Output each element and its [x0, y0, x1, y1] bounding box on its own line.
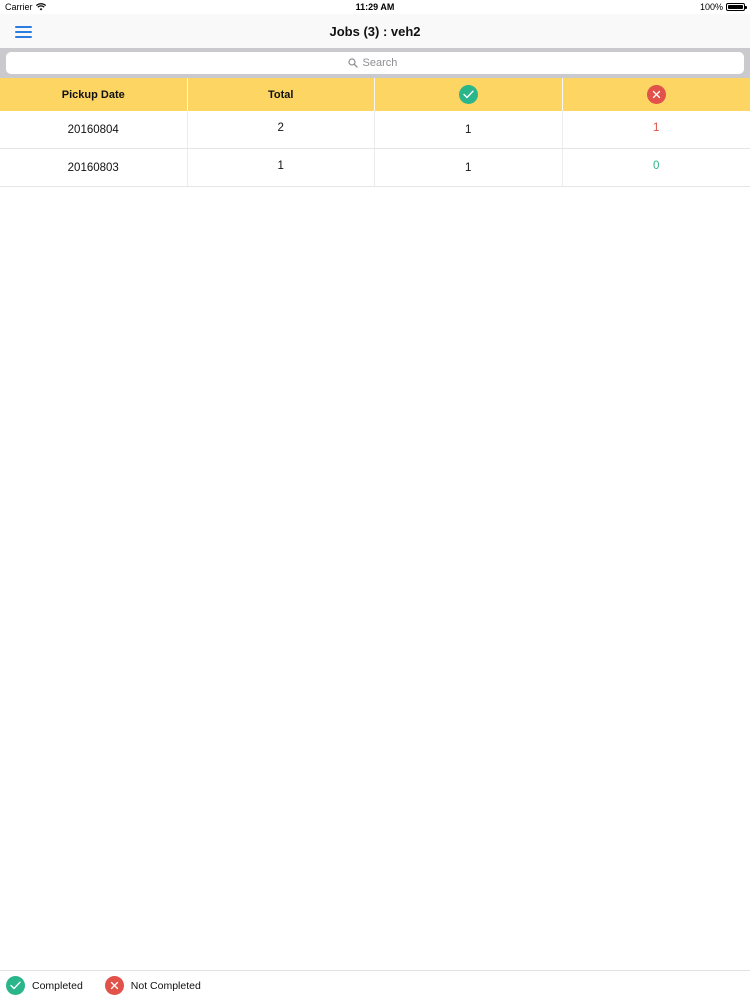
header-pickup-date[interactable]: Pickup Date: [0, 78, 188, 111]
header-total[interactable]: Total: [188, 78, 375, 111]
battery-fill: [728, 5, 743, 9]
cell-total: 1: [188, 149, 375, 186]
cell-total: 2: [188, 111, 375, 148]
legend-not-completed: Not Completed: [104, 976, 201, 995]
header-completed[interactable]: [375, 78, 563, 111]
search-icon: [347, 58, 358, 68]
cell-not-completed: 0: [653, 160, 660, 172]
legend-not-completed-label: Not Completed: [130, 979, 201, 992]
status-time: 11:29 AM: [355, 2, 395, 12]
search-bar: [0, 48, 750, 78]
cell-not-completed: 1: [653, 122, 660, 134]
cell-completed: 1: [375, 149, 563, 186]
check-circle-icon: [6, 976, 25, 995]
legend-completed: Completed: [6, 976, 83, 995]
check-circle-icon: [458, 85, 478, 104]
page-title: Jobs (3) : veh2: [329, 24, 421, 39]
x-circle-icon: [646, 85, 666, 104]
search-field[interactable]: [6, 52, 744, 74]
cell-pickup-date: 20160804: [0, 111, 188, 148]
cell-pickup-date: 20160803: [0, 149, 188, 186]
battery-icon: [726, 3, 747, 11]
navigation-bar: Jobs (3) : veh2: [0, 14, 750, 48]
header-not-completed[interactable]: [563, 78, 750, 111]
battery-info: 100%: [699, 2, 747, 12]
legend-footer: Completed Not Completed: [0, 970, 750, 1000]
legend-completed-label: Completed: [32, 979, 83, 992]
table-row[interactable]: 20160804 2 1 1: [0, 111, 750, 149]
search-input[interactable]: [362, 57, 403, 69]
x-circle-icon: [104, 976, 124, 995]
status-bar: Carrier 11:29 AM 100%: [0, 0, 750, 14]
table-header: Pickup Date Total: [0, 78, 750, 111]
battery-percent: 100%: [699, 2, 723, 12]
table-row[interactable]: 20160803 1 1 0: [0, 149, 750, 187]
jobs-table: Pickup Date Total 20160804 2 1 1 2016080…: [0, 78, 750, 187]
cell-completed: 1: [375, 111, 563, 148]
